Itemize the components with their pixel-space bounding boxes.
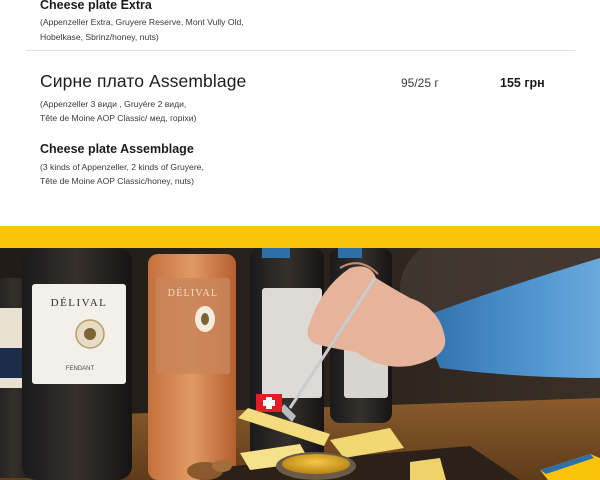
item-assemblage-en-desc-line2: Tête de Moine AOP Classic/honey, nuts) bbox=[40, 176, 194, 186]
item-assemblage-price: 155 грн bbox=[500, 76, 545, 90]
menu-section: Cheese plate Extra (Appenzeller Extra, G… bbox=[0, 0, 600, 226]
item-assemblage-en-title: Cheese plate Assemblage bbox=[40, 142, 194, 156]
bottle-delival-fendant: DÉLIVAL FENDANT bbox=[22, 248, 132, 480]
bottle-delival-rose: DÉLIVAL bbox=[148, 254, 236, 480]
bottle-dark-blue-cap bbox=[250, 248, 324, 480]
item-assemblage-weight: 95/25 г bbox=[401, 76, 439, 90]
item-assemblage-ua-desc-line1: (Appenzeller 3 види , Gruyère 2 види, bbox=[40, 99, 187, 109]
item-extra-en-title: Cheese plate Extra bbox=[40, 0, 152, 12]
bottle-label-delival: DÉLIVAL bbox=[51, 297, 108, 309]
item-assemblage-ua-title: Сирне плато Assemblage bbox=[40, 71, 247, 91]
bottle-label-fendant: FENDANT bbox=[66, 366, 95, 372]
accent-band bbox=[0, 226, 600, 248]
item-assemblage-en-desc-line1: (3 kinds of Appenzeller, 2 kinds of Gruy… bbox=[40, 162, 204, 172]
item-extra-en-desc-line2: Hobelkase, Sbrinz/honey, nuts) bbox=[40, 32, 159, 42]
bottle-label-delival-2: DÉLIVAL bbox=[168, 287, 218, 299]
item-extra-en-desc-line1: (Appenzeller Extra, Gruyere Reserve, Mon… bbox=[40, 17, 244, 27]
item-assemblage-ua-desc-line2: Tête de Moine AOP Classic/ мед, горіхи) bbox=[40, 113, 197, 123]
item-divider bbox=[26, 50, 575, 51]
swiss-flag-pick bbox=[256, 394, 282, 412]
cheese-wine-photo: DÉLIVAL FENDANT DÉLIVAL bbox=[0, 248, 600, 480]
